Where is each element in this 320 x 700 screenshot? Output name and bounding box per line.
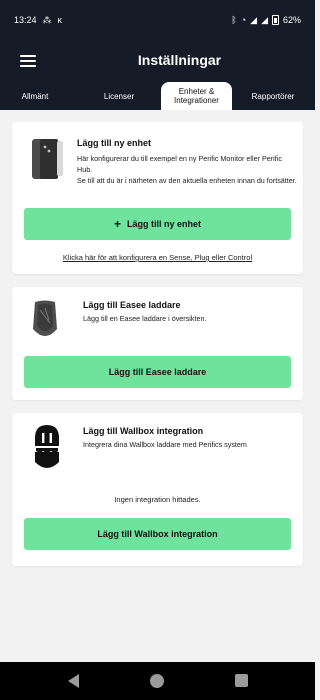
add-easee-charger-label: Lägg till Easee laddare: [108, 367, 207, 377]
network-icon: ⁂: [42, 14, 52, 25]
add-new-device-label: Lägg till ny enhet: [127, 219, 202, 229]
tab-general[interactable]: Allmänt: [10, 82, 60, 110]
back-icon[interactable]: [68, 674, 79, 688]
tab-bar: Allmänt Licenser Enheter & Integrationer…: [0, 82, 315, 110]
wallbox-logo-icon: [35, 425, 59, 468]
wallbox-card: Lägg till Wallbox integration Integrera …: [12, 413, 303, 566]
new-device-description-2: Se till att du är i närheten av den aktu…: [77, 176, 297, 185]
configure-sense-plug-control-link[interactable]: Klicka här för att konfigurera en Sense,…: [12, 253, 303, 262]
battery-icon: [271, 15, 279, 25]
k-icon: ᴋ: [57, 14, 63, 25]
wifi-icon: ◔: [240, 14, 247, 25]
tab-label: Allmänt: [21, 91, 49, 101]
signal-2-icon: ◢: [261, 14, 268, 25]
tab-reporters[interactable]: Rapportörer: [240, 82, 306, 110]
new-device-card: Lägg till ny enhet Här konfigurerar du t…: [12, 122, 303, 274]
status-bar: 13:24 ⁂ ᴋ ᛒ ◔ ◢ ◢ 62%: [0, 0, 315, 40]
new-device-title: Lägg till ny enhet: [77, 138, 152, 148]
monitor-device-icon: [32, 139, 63, 179]
wallbox-status: Ingen integration hittades.: [114, 495, 201, 504]
system-navigation-bar: [0, 662, 315, 700]
home-icon[interactable]: [150, 674, 164, 688]
wallbox-title: Lägg till Wallbox integration: [83, 426, 204, 436]
add-easee-charger-button[interactable]: Lägg till Easee laddare: [24, 356, 291, 388]
tab-devices-integrations[interactable]: Enheter & Integrationer: [161, 82, 232, 110]
tab-licenses[interactable]: Licenser: [86, 82, 152, 110]
tab-label: Licenser: [103, 91, 135, 101]
recent-apps-icon[interactable]: [235, 674, 248, 687]
signal-icon: ◢: [250, 14, 258, 25]
new-device-description-1: Här konfigurerar du till exempel en ny P…: [77, 154, 282, 174]
top-bar: 13:24 ⁂ ᴋ ᛒ ◔ ◢ ◢ 62% Inställningar Allm…: [0, 0, 315, 110]
status-time: 13:24: [14, 15, 37, 25]
add-wallbox-integration-button[interactable]: Lägg till Wallbox integration: [24, 518, 291, 550]
add-wallbox-integration-label: Lägg till Wallbox integration: [97, 529, 218, 539]
add-new-device-button[interactable]: + Lägg till ny enhet: [24, 208, 291, 240]
wallbox-description: Integrera dina Wallbox laddare med Perif…: [83, 440, 247, 449]
easee-charger-icon: [33, 300, 57, 336]
tab-label: Rapportörer: [251, 91, 295, 101]
page-title: Inställningar: [137, 52, 222, 68]
bluetooth-icon: ᛒ: [231, 14, 237, 25]
easee-title: Lägg till Easee laddare: [83, 300, 181, 310]
app-bar: Inställningar: [0, 40, 315, 82]
battery-level: 62%: [282, 15, 301, 25]
easee-card: Lägg till Easee laddare Lägg till en Eas…: [12, 287, 303, 400]
tab-label: Enheter & Integrationer: [174, 87, 219, 105]
easee-description: Lägg till en Easee laddare i översikten.: [83, 314, 207, 323]
plus-icon: +: [113, 217, 121, 231]
